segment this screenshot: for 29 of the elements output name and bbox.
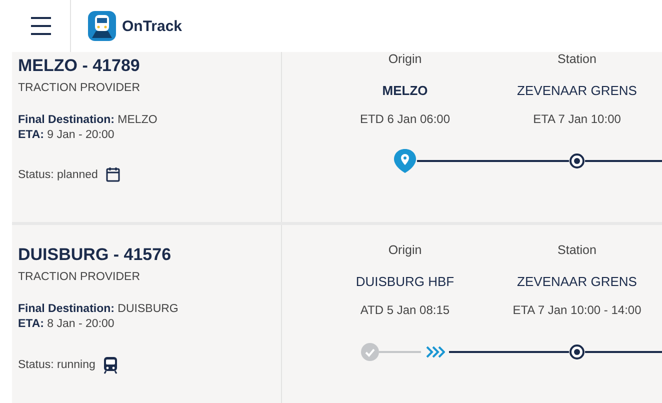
chevrons-icon xyxy=(425,345,445,359)
train-title: MELZO - 41789 xyxy=(18,56,141,76)
status-text: Status: planned xyxy=(18,168,98,180)
status-text: Status: running xyxy=(18,359,96,371)
app-name: OnTrack xyxy=(122,18,182,34)
train-logo-icon xyxy=(88,11,116,41)
stop-time: ATD 5 Jan 08:15 xyxy=(360,303,450,317)
stop-label: Origin xyxy=(388,243,422,257)
stop-time: ETA 7 Jan 10:00 xyxy=(533,112,621,126)
stop-label: Station xyxy=(558,243,596,257)
stop-name: ZEVENAAR GRENS xyxy=(517,83,637,98)
location-pin-icon xyxy=(393,148,417,174)
train-title: DUISBURG - 41576 xyxy=(18,245,172,265)
provider-label: TRACTION PROVIDER xyxy=(18,271,142,283)
eta-text: ETA: 9 Jan - 20:00 xyxy=(18,129,116,141)
stop-time: ETD 6 Jan 06:00 xyxy=(360,112,450,126)
train-icon xyxy=(103,356,118,374)
stop-name: MELZO xyxy=(382,83,428,98)
stop-label: Station xyxy=(558,52,596,66)
stop-name: DUISBURG HBF xyxy=(356,274,454,289)
eta-text: ETA: 8 Jan - 20:00 xyxy=(18,318,116,330)
final-destination: Final Destination: DUISBURG xyxy=(18,303,180,315)
menu-icon[interactable] xyxy=(30,15,52,37)
provider-label: TRACTION PROVIDER xyxy=(18,82,142,94)
stop-label: Origin xyxy=(388,52,422,66)
calendar-icon xyxy=(106,167,120,182)
stop-name: ZEVENAAR GRENS xyxy=(517,274,637,289)
stop-time: ETA 7 Jan 10:00 - 14:00 xyxy=(512,303,642,317)
final-destination: Final Destination: MELZO xyxy=(18,114,158,126)
